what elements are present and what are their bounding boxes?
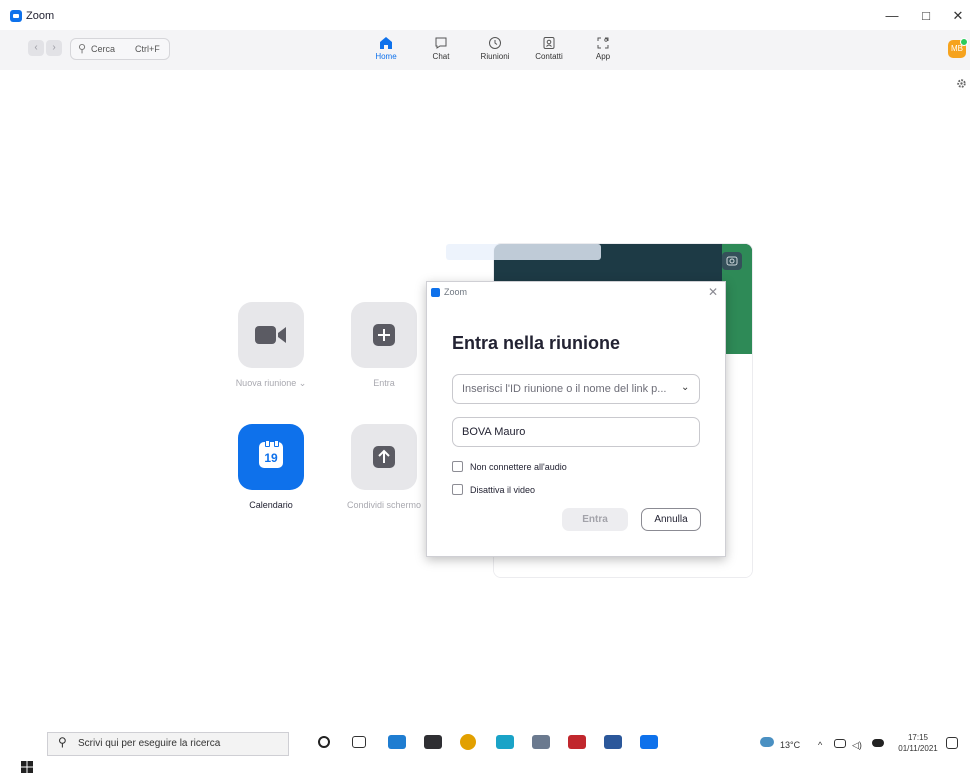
tray-chevron-icon[interactable]: ^ [818, 740, 822, 750]
home-icon [380, 37, 392, 49]
tab-chat-label: Chat [432, 52, 450, 61]
taskbar-clock[interactable]: 17:15 01/11/2021 [898, 732, 938, 754]
tab-contacts[interactable]: Contatti [524, 36, 574, 68]
camera-icon[interactable] [722, 252, 742, 270]
store-icon[interactable] [424, 735, 442, 749]
weather-icon[interactable] [760, 737, 774, 747]
forward-button[interactable]: › [46, 40, 62, 56]
volume-icon[interactable]: ◁) [852, 740, 862, 751]
clock-icon [489, 37, 501, 49]
search-shortcut: Ctrl+F [135, 44, 160, 54]
calendar-label: Calendario [249, 500, 293, 510]
avatar[interactable]: MB [948, 38, 968, 58]
app-icon[interactable] [496, 735, 514, 749]
name-value: BOVA Mauro [462, 426, 526, 438]
windows-taskbar: ⚲ Scrivi qui per eseguire la ricerca 13°… [0, 730, 970, 780]
new-meeting-label: Nuova riunione ⌄ [235, 378, 307, 388]
no-audio-label: Non connettere all'audio [470, 462, 567, 472]
zoom-logo-icon [431, 288, 440, 297]
plus-icon [373, 324, 395, 346]
video-off-checkbox[interactable] [452, 484, 463, 495]
tab-meetings[interactable]: Riunioni [470, 36, 520, 68]
tab-meetings-label: Riunioni [480, 52, 510, 61]
chevron-down-icon[interactable]: ⌄ [299, 378, 307, 388]
join-meeting-dialog: Zoom ✕ Entra nella riunione Inserisci l'… [426, 281, 726, 557]
file-explorer-icon[interactable] [388, 735, 406, 749]
temperature[interactable]: 13°C [780, 740, 800, 750]
window-titlebar: Zoom — □ ✕ [0, 0, 970, 30]
taskbar-search-box[interactable]: ⚲ Scrivi qui per eseguire la ricerca [47, 732, 289, 756]
cancel-button[interactable]: Annulla [641, 508, 701, 531]
calendar-day: 19 [264, 451, 278, 465]
calendar-icon: 19 [259, 440, 283, 468]
join-label: Entra [373, 378, 395, 388]
join-button[interactable] [351, 302, 417, 368]
search-box[interactable]: ⚲ Cerca Ctrl+F [70, 38, 170, 60]
name-input[interactable]: BOVA Mauro [452, 417, 700, 447]
new-meeting-button[interactable] [238, 302, 304, 368]
chevron-down-icon[interactable]: ⌄ [681, 382, 689, 393]
share-screen-button[interactable] [351, 424, 417, 490]
minimize-button[interactable]: — [880, 6, 904, 26]
task-view-icon[interactable] [352, 736, 366, 748]
maximize-button[interactable]: □ [914, 6, 938, 26]
app-icon-2[interactable] [532, 735, 550, 749]
clock-time: 17:15 [907, 733, 929, 742]
acrobat-icon[interactable] [568, 735, 586, 749]
notifications-icon[interactable] [946, 737, 958, 749]
contacts-icon [543, 37, 555, 49]
search-icon: ⚲ [78, 43, 87, 55]
tab-contacts-label: Contatti [535, 52, 563, 61]
chrome-icon[interactable] [460, 734, 476, 750]
blurred-tooltip [446, 244, 601, 260]
dialog-close-icon[interactable]: ✕ [708, 285, 718, 299]
tab-chat[interactable]: Chat [416, 36, 466, 68]
window-title: Zoom [26, 10, 55, 22]
no-audio-checkbox[interactable] [452, 461, 463, 472]
back-button[interactable]: ‹ [28, 40, 44, 56]
share-up-arrow-icon [373, 446, 395, 468]
tab-home[interactable]: Home [361, 36, 411, 68]
cortana-icon[interactable] [318, 736, 330, 748]
presence-dot [960, 38, 968, 46]
taskbar-search-placeholder: Scrivi qui per eseguire la ricerca [78, 738, 221, 749]
dialog-window-title: Zoom [444, 287, 468, 297]
meeting-id-placeholder: Inserisci l'ID riunione o il nome del li… [462, 383, 667, 395]
tab-apps-label: App [595, 52, 611, 61]
search-icon: ⚲ [58, 735, 67, 749]
tab-home-label: Home [375, 52, 397, 61]
zoom-taskbar-icon[interactable] [640, 735, 658, 749]
close-window-button[interactable]: ✕ [946, 6, 970, 26]
tab-apps[interactable]: App [578, 36, 628, 68]
word-icon[interactable] [604, 735, 622, 749]
onedrive-icon[interactable] [872, 739, 884, 747]
network-icon[interactable] [834, 739, 846, 748]
clock-date: 01/11/2021 [898, 744, 938, 753]
meeting-id-input[interactable]: Inserisci l'ID riunione o il nome del li… [452, 374, 700, 404]
search-label: Cerca [91, 44, 116, 54]
zoom-logo-icon [10, 10, 22, 22]
windows-start-icon[interactable] [21, 761, 33, 773]
share-screen-label: Condividi schermo [346, 500, 422, 510]
video-camera-icon [255, 326, 286, 344]
gear-icon[interactable] [956, 78, 967, 89]
chat-icon [435, 37, 447, 49]
dialog-heading: Entra nella riunione [452, 333, 621, 353]
join-meeting-button[interactable]: Entra [562, 508, 628, 531]
video-off-label: Disattiva il video [470, 485, 536, 495]
apps-icon [597, 37, 609, 49]
calendar-button[interactable]: 19 [238, 424, 304, 490]
